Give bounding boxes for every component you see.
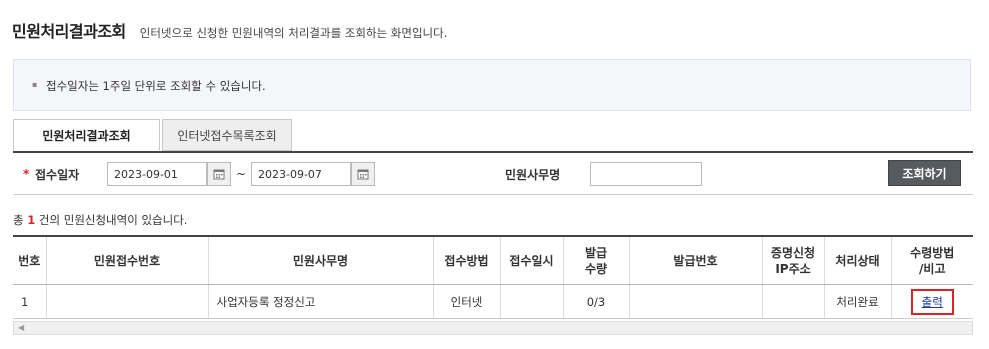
search-panel: * 접수일자 ~ 민원사무명 조회하기	[13, 151, 973, 195]
range-separator: ~	[236, 167, 247, 181]
result-count: 총 1 건의 민원신청내역이 있습니다.	[13, 212, 187, 228]
scroll-left-arrow-icon[interactable]: ◀	[18, 323, 24, 332]
print-link[interactable]: 출력	[922, 295, 943, 309]
print-highlight-box: 출력	[910, 288, 954, 315]
required-mark: *	[23, 167, 30, 181]
col-header-quantity: 발급 수량	[562, 235, 629, 285]
horizontal-scrollbar[interactable]: ◀	[13, 321, 973, 335]
cell-number: 1	[13, 284, 46, 319]
cell-office-name: 사업자등록 정정신고	[207, 284, 433, 319]
col-header-number: 번호	[13, 235, 46, 285]
date-to-input[interactable]	[251, 162, 351, 186]
cell-action: 출력	[890, 284, 973, 319]
cell-ip	[761, 284, 824, 319]
cell-method: 인터넷	[432, 284, 500, 319]
results-table: 번호 민원접수번호 민원사무명 접수방법 접수일시 발급 수량 발급번호 증명신청…	[13, 235, 973, 319]
office-name-input[interactable]	[590, 162, 702, 186]
col-header-status: 처리상태	[823, 235, 891, 285]
col-header-issue-no: 발급번호	[628, 235, 762, 285]
result-count-prefix: 총	[13, 213, 24, 227]
date-from-input[interactable]	[107, 162, 207, 186]
page-title: 민원처리결과조회	[12, 22, 126, 41]
col-header-received-at: 접수일시	[499, 235, 563, 285]
tab-bar: 민원처리결과조회 인터넷접수목록조회	[13, 119, 292, 151]
table-row: 1 사업자등록 정정신고 인터넷 0/3 처리완료 출력	[13, 284, 973, 319]
notice-bullet-icon: ▪	[32, 80, 38, 89]
col-header-receipt-no: 민원접수번호	[45, 235, 208, 285]
office-name-label: 민원사무명	[505, 168, 561, 182]
tab-internet-receipt-list[interactable]: 인터넷접수목록조회	[162, 119, 292, 151]
calendar-icon[interactable]	[207, 162, 231, 186]
col-header-method: 접수방법	[432, 235, 500, 285]
table-header-row: 번호 민원접수번호 민원사무명 접수방법 접수일시 발급 수량 발급번호 증명신청…	[13, 235, 973, 285]
col-header-action: 수령방법/비고	[890, 235, 973, 285]
cell-status: 처리완료	[823, 284, 891, 319]
date-label: 접수일자	[35, 168, 80, 182]
cell-issue-no	[628, 284, 762, 319]
result-count-number: 1	[27, 213, 36, 227]
col-header-office-name: 민원사무명	[207, 235, 433, 285]
notice-box: ▪ 접수일자는 1주일 단위로 조회할 수 있습니다.	[13, 59, 971, 111]
notice-text: 접수일자는 1주일 단위로 조회할 수 있습니다.	[46, 79, 266, 93]
col-header-ip: 증명신청 IP주소	[761, 235, 824, 285]
cell-receipt-no	[45, 284, 208, 319]
cell-received-at	[499, 284, 563, 319]
page-description: 인터넷으로 신청한 민원내역의 처리결과를 조회하는 화면입니다.	[139, 26, 448, 40]
calendar-icon[interactable]	[351, 162, 375, 186]
cell-quantity: 0/3	[562, 284, 629, 319]
title-row: 민원처리결과조회 인터넷으로 신청한 민원내역의 처리결과를 조회하는 화면입니…	[12, 18, 447, 42]
search-button[interactable]: 조회하기	[888, 160, 961, 186]
result-count-suffix: 건의 민원신청내역이 있습니다.	[38, 213, 188, 227]
tab-result-inquiry[interactable]: 민원처리결과조회	[13, 119, 160, 151]
